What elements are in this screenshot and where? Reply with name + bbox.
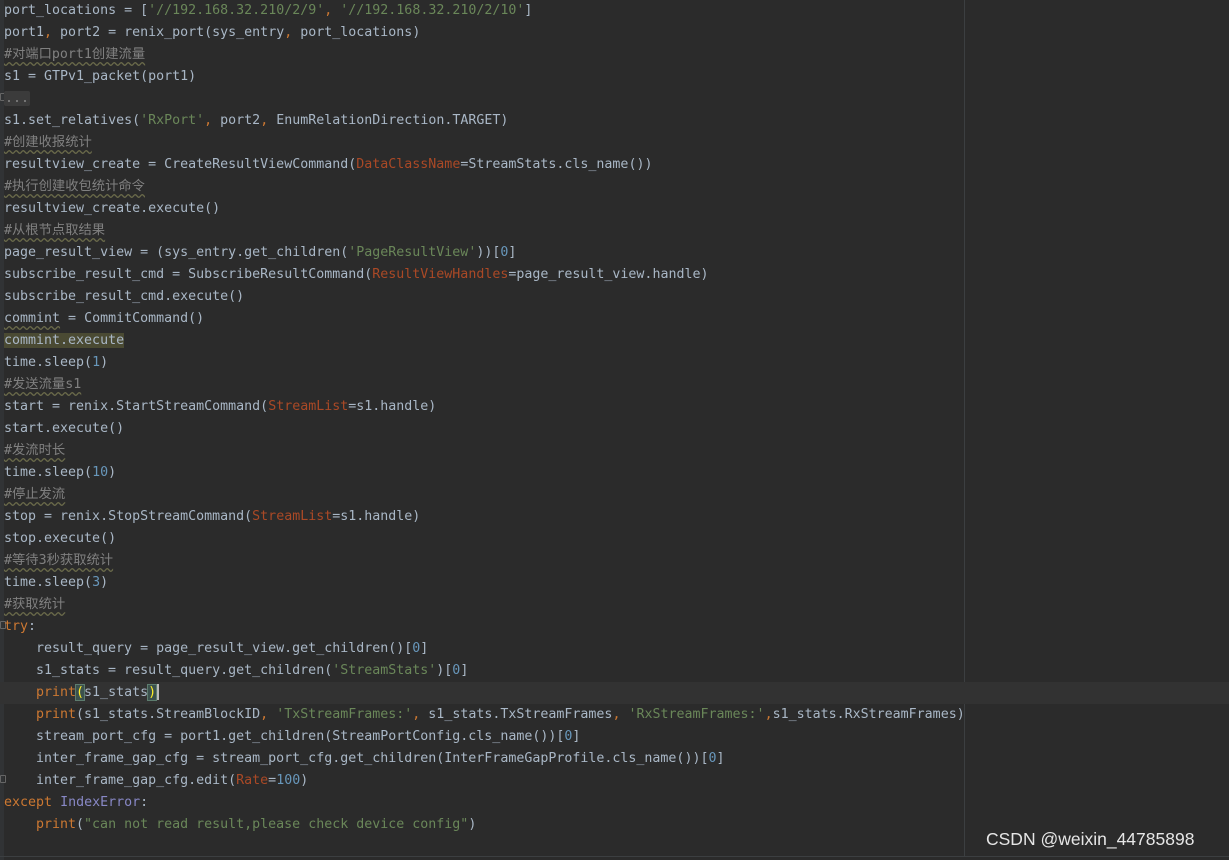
code-line[interactable]: inter_frame_gap_cfg.edit(Rate=100) [4,770,308,792]
code-line[interactable]: #获取统计 [4,594,65,616]
code-line[interactable]: print(s1_stats.StreamBlockID, 'TxStreamF… [4,704,965,726]
code-line[interactable]: resultview_create = CreateResultViewComm… [4,154,652,176]
code-line[interactable]: inter_frame_gap_cfg = stream_port_cfg.ge… [4,748,725,770]
code-line[interactable]: result_query = page_result_view.get_chil… [4,638,428,660]
code-line[interactable]: stream_port_cfg = port1.get_children(Str… [4,726,580,748]
csdn-watermark: CSDN @weixin_44785898 [986,829,1195,849]
code-line[interactable]: print(s1_stats) [0,682,1229,704]
code-line[interactable]: subscribe_result_cmd.execute() [4,286,244,308]
code-line[interactable]: #等待3秒获取统计 [4,550,113,572]
editor-bottom-border [0,856,1229,857]
code-line[interactable]: #执行创建收包统计命令 [4,176,145,198]
code-line[interactable]: s1.set_relatives('RxPort', port2, EnumRe… [4,110,508,132]
code-line[interactable]: port1, port2 = renix_port(sys_entry, por… [4,22,420,44]
right-margin-guide [964,0,965,856]
code-line[interactable]: #从根节点取结果 [4,220,105,242]
code-line[interactable]: #对端口port1创建流量 [4,44,145,66]
code-line[interactable]: s1_stats = result_query.get_children('St… [4,660,468,682]
code-line[interactable]: print("can not read result,please check … [4,814,476,836]
code-line[interactable]: commint = CommitCommand() [4,308,204,330]
code-line[interactable]: stop = renix.StopStreamCommand(StreamLis… [4,506,420,528]
code-line[interactable]: stop.execute() [4,528,116,550]
code-line[interactable]: start.execute() [4,418,124,440]
code-line[interactable]: subscribe_result_cmd = SubscribeResultCo… [4,264,708,286]
code-line[interactable]: except IndexError: [4,792,148,814]
code-line[interactable]: #发送流量s1 [4,374,81,396]
code-line[interactable]: commint.execute [4,330,125,352]
code-editor[interactable]: port_locations = ['//192.168.32.210/2/9'… [0,0,1229,860]
code-line[interactable]: resultview_create.execute() [4,198,220,220]
code-line[interactable]: port_locations = ['//192.168.32.210/2/9'… [4,0,532,22]
code-line[interactable]: time.sleep(10) [4,462,116,484]
code-line[interactable]: start = renix.StartStreamCommand(StreamL… [4,396,436,418]
code-line[interactable]: #创建收报统计 [4,132,92,154]
code-line[interactable]: try: [4,616,36,638]
code-line[interactable]: time.sleep(3) [4,572,108,594]
code-line[interactable]: time.sleep(1) [4,352,108,374]
code-line[interactable]: s1 = GTPv1_packet(port1) [4,66,196,88]
code-line[interactable]: page_result_view = (sys_entry.get_childr… [4,242,516,264]
code-line[interactable]: #停止发流 [4,484,65,506]
code-line[interactable]: ... [4,88,31,110]
code-line[interactable]: #发流时长 [4,440,65,462]
